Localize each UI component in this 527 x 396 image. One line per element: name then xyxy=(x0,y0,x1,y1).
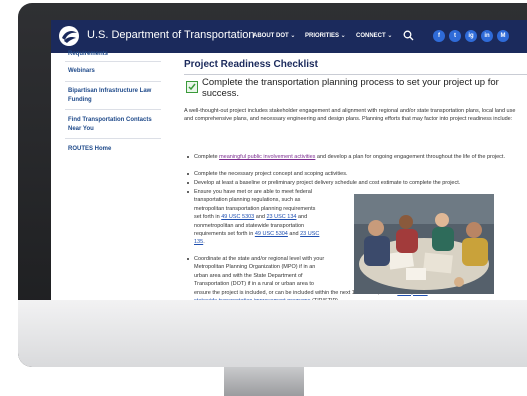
list-item: Complete meaningful public involvement a… xyxy=(187,153,524,161)
browser-viewport: U.S. Department of Transportation ABOUT … xyxy=(51,20,527,306)
intro-paragraph: A well-thought-out project includes stak… xyxy=(184,108,516,123)
sidebar-item-requirements[interactable]: Requirements xyxy=(68,50,160,59)
list-item: Ensure you have met or are able to meet … xyxy=(187,188,354,247)
list-item-text: and xyxy=(287,231,301,238)
usc-5303-link[interactable]: 49 USC 5303 xyxy=(221,214,254,220)
sidebar-divider xyxy=(65,61,161,62)
bullet-dot xyxy=(187,173,189,175)
list-item: Develop at least a baseline or prelimina… xyxy=(187,179,527,187)
monitor-stand xyxy=(224,367,304,396)
sidebar-item-webinars[interactable]: Webinars xyxy=(68,67,160,76)
list-item: Complete the necessary project concept a… xyxy=(187,170,524,178)
sidebar-divider xyxy=(65,81,161,82)
sidebar-divider xyxy=(65,138,161,139)
bullet-dot xyxy=(187,156,189,158)
list-item-text: and develop a plan for ongoing engagemen… xyxy=(315,154,505,160)
list-item-text: metropolitan transportation planning req… xyxy=(194,205,316,212)
list-item-text: and xyxy=(254,214,267,221)
facebook-icon[interactable]: f xyxy=(433,30,445,42)
list-item-text: set forth in xyxy=(194,214,222,221)
bullet-dot xyxy=(187,258,189,260)
checkbox-checked-icon xyxy=(186,81,198,93)
usc-5304-link[interactable]: 49 USC 5304 xyxy=(255,231,288,237)
sidebar-divider xyxy=(65,109,161,110)
title-divider xyxy=(184,74,527,75)
sidebar-nav: Requirements Webinars Bipartisan Infrast… xyxy=(51,50,164,306)
medium-icon[interactable]: M xyxy=(497,30,509,42)
list-item-text: and xyxy=(296,214,308,221)
usc-135-link[interactable]: 23 USC xyxy=(300,231,319,237)
nav-connect[interactable]: CONNECT ⌄ xyxy=(356,32,392,39)
sidebar-item-bil-funding[interactable]: Bipartisan Infrastructure Law Funding xyxy=(68,87,160,105)
main-content: Project Readiness Checklist Complete the… xyxy=(184,53,527,306)
site-title[interactable]: U.S. Department of Transportation xyxy=(87,29,255,41)
list-item-text: Develop at least a baseline or prelimina… xyxy=(194,180,461,186)
sidebar-item-find-contacts[interactable]: Find Transportation Contacts Near You xyxy=(68,116,160,134)
site-header: U.S. Department of Transportation ABOUT … xyxy=(51,20,527,53)
bullet-dot xyxy=(187,182,189,184)
nav-priorities[interactable]: PRIORITIES ⌄ xyxy=(305,32,346,39)
list-item-text: requirements set forth in xyxy=(194,231,255,238)
nav-about-dot[interactable]: ABOUT DOT ⌄ xyxy=(253,32,295,39)
dot-logo-icon[interactable] xyxy=(58,25,80,47)
sidebar-item-routes-home[interactable]: ROUTES Home xyxy=(68,145,160,154)
list-item-text: Complete xyxy=(194,154,220,160)
list-item-text: transportation planning regulations, suc… xyxy=(194,197,301,204)
search-icon[interactable] xyxy=(403,30,414,41)
usc-134-link[interactable]: 23 USC 134 xyxy=(266,214,296,220)
list-item-text: nonmetropolitan and statewide transporta… xyxy=(194,222,305,229)
page-title: Project Readiness Checklist xyxy=(184,59,318,70)
list-item-text: . xyxy=(203,239,205,246)
lead-statement: Complete the transportation planning pro… xyxy=(202,77,499,99)
bullet-dot xyxy=(187,191,189,193)
list-item-text: Complete the necessary project concept a… xyxy=(194,171,348,177)
stakeholder-meeting-photo xyxy=(354,194,494,294)
monitor-chin xyxy=(18,300,527,367)
usc-135-link-cont[interactable]: 135 xyxy=(194,239,203,245)
public-involvement-link[interactable]: meaningful public involvement activities xyxy=(219,154,315,160)
linkedin-icon[interactable]: in xyxy=(481,30,493,42)
twitter-icon[interactable]: t xyxy=(449,30,461,42)
list-item-text: Ensure you have met or are able to meet … xyxy=(194,189,313,195)
instagram-icon[interactable]: ig xyxy=(465,30,477,42)
